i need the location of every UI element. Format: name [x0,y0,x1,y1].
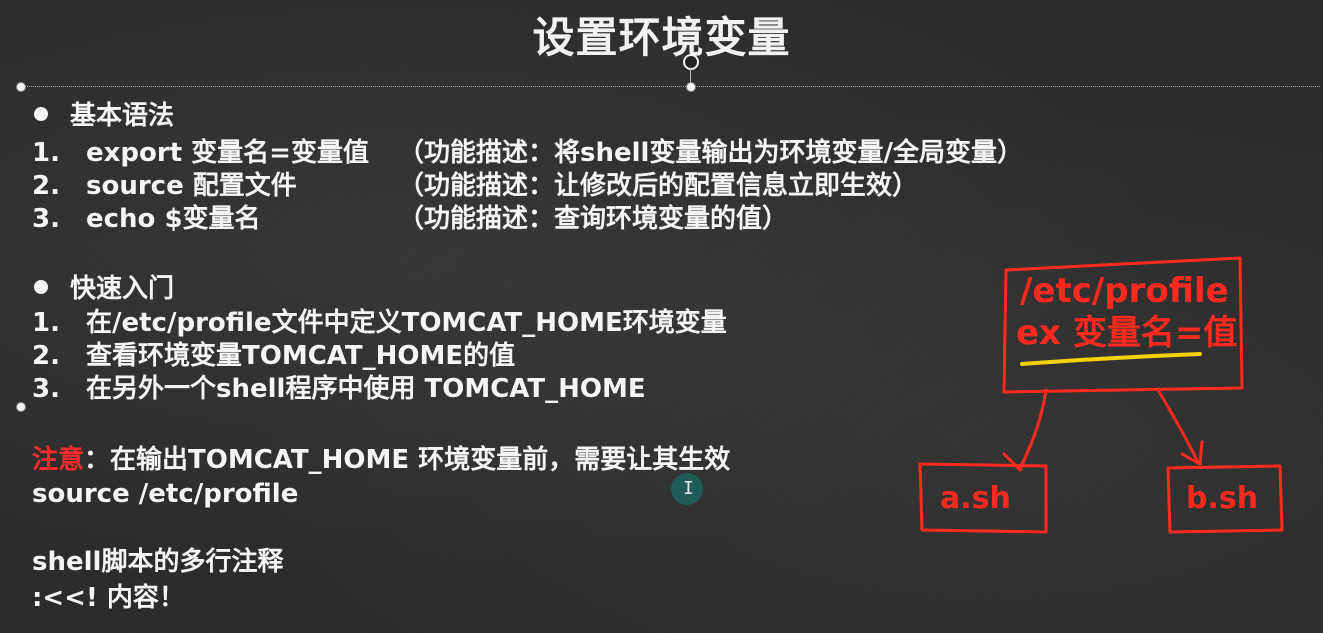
syntax-description: （功能描述：将shell变量输出为环境变量/全局变量） [398,138,1023,168]
bullet-icon [34,279,48,294]
bullet-icon [34,106,48,121]
highlight-underline [1020,352,1202,366]
text-cursor-icon: I [683,478,694,499]
quick-start-heading[interactable]: 快速入门 [32,273,174,305]
slide-canvas: 设置环境变量 基本语法 1. export 变量名=变量值 （功能描述：将shel… [0,0,1323,633]
note-line[interactable]: 注意：在输出TOMCAT_HOME 环境变量前，需要让其生效 [32,444,730,476]
selection-frame-top-edge [20,86,1320,87]
profile-box-export-text: ex 变量名=值 [1016,313,1237,353]
resize-handle-middle-left[interactable] [16,402,26,412]
syntax-command: echo $变量名 [86,204,261,234]
syntax-description: （功能描述：查询环境变量的值） [398,204,789,234]
syntax-command: export 变量名=变量值 [86,138,369,168]
quick-start-item-2[interactable]: 2. 查看环境变量TOMCAT_HOME的值 [32,340,515,372]
slide-title: 设置环境变量 [532,13,791,62]
comment-syntax[interactable]: :<<! 内容！ [32,582,185,614]
basic-syntax-heading[interactable]: 基本语法 [32,100,174,132]
syntax-command: source 配置文件 [86,171,297,201]
quick-start-item-1[interactable]: 1. 在/etc/profile文件中定义TOMCAT_HOME环境变量 [32,307,727,339]
rotate-handle-icon[interactable] [683,54,699,70]
a-sh-label: a.sh [940,481,1011,516]
syntax-item-echo[interactable]: 3. echo $变量名 （功能描述：查询环境变量的值） [32,203,1272,235]
b-sh-label: b.sh [1186,481,1258,516]
arrow-to-b-sh [1156,388,1200,464]
syntax-description: （功能描述：让修改后的配置信息立即生效） [398,171,919,201]
syntax-item-export[interactable]: 1. export 变量名=变量值 （功能描述：将shell变量输出为环境变量/全… [32,137,1272,169]
handdrawn-annotation: /etc/profile ex 变量名=值 a.sh b.sh [918,256,1284,534]
note-label: 注意 [32,445,85,475]
arrow-to-a-sh [1018,388,1048,470]
comment-heading[interactable]: shell脚本的多行注释 [32,546,283,578]
quick-start-item-3[interactable]: 3. 在另外一个shell程序中使用 TOMCAT_HOME [32,373,646,405]
resize-handle-top-center[interactable] [686,82,696,92]
profile-box-path-text: /etc/profile [1020,271,1229,311]
resize-handle-top-left[interactable] [16,82,26,92]
note-command[interactable]: source /etc/profile [32,478,298,510]
note-text: ：在输出TOMCAT_HOME 环境变量前，需要让其生效 [84,445,731,475]
syntax-item-source[interactable]: 2. source 配置文件 （功能描述：让修改后的配置信息立即生效） [32,170,1272,202]
